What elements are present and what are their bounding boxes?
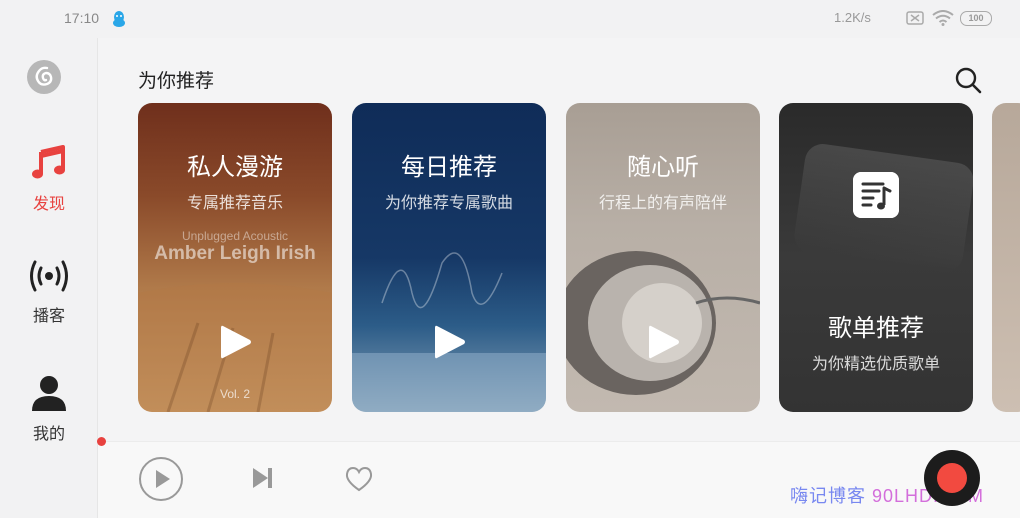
section-title: 为你推荐 <box>138 70 215 92</box>
sidebar-item-label: 我的 <box>32 424 65 443</box>
card-private-roaming[interactable]: 私人漫游 专属推荐音乐 Unplugged Acoustic Amber Lei… <box>138 103 332 412</box>
card-listen-freely[interactable]: 随心听 行程上的有声陪伴 <box>566 103 760 412</box>
qq-icon <box>113 11 125 27</box>
search-icon[interactable] <box>954 66 982 94</box>
now-playing-disc[interactable] <box>924 450 980 506</box>
card-title: 歌单推荐 <box>828 314 924 342</box>
next-track-icon[interactable] <box>250 466 274 490</box>
card-daily-recommend[interactable]: 每日推荐 为你推荐专属歌曲 <box>352 103 546 412</box>
card-subtitle: 为你精选优质歌单 <box>811 354 940 373</box>
sidebar: 发现 播客 我的 <box>0 38 98 518</box>
card-partial[interactable] <box>992 103 1020 412</box>
album-art-volume: Vol. 2 <box>219 387 251 401</box>
play-button[interactable] <box>138 456 184 502</box>
heart-icon[interactable] <box>344 465 374 493</box>
sidebar-item-mine[interactable]: 我的 <box>0 374 98 444</box>
netease-cloud-music-logo-icon[interactable] <box>27 60 61 94</box>
status-time: 17:10 <box>64 10 100 26</box>
play-icon[interactable] <box>433 323 467 361</box>
card-subtitle: 行程上的有声陪伴 <box>598 193 727 212</box>
card-title: 随心听 <box>627 153 699 181</box>
card-title: 每日推荐 <box>401 153 497 181</box>
album-art-text: Unplugged Acoustic <box>181 229 289 243</box>
sidebar-item-discover[interactable]: 发现 <box>0 142 98 214</box>
album-art-background <box>352 252 546 412</box>
play-icon[interactable] <box>647 323 681 361</box>
no-sim-icon <box>906 11 924 25</box>
disc-center <box>937 463 967 493</box>
sidebar-item-podcast[interactable]: 播客 <box>0 258 98 326</box>
sidebar-item-label: 发现 <box>32 194 65 213</box>
card-subtitle: 为你推荐专属歌曲 <box>384 193 513 212</box>
status-bar: 17:10 1.2K/s 100 <box>0 0 1020 38</box>
wifi-icon <box>932 10 954 26</box>
progress-indicator[interactable] <box>97 437 106 446</box>
headphone-art <box>566 251 760 395</box>
sidebar-item-label: 播客 <box>32 306 65 325</box>
album-art-artist: Amber Leigh Irish <box>154 243 316 264</box>
watermark-text: 嗨记博客 <box>790 486 866 506</box>
music-note-icon <box>32 145 65 179</box>
play-icon[interactable] <box>219 323 253 361</box>
card-playlist-recommend[interactable]: 歌单推荐 为你精选优质歌单 <box>779 103 973 412</box>
card-subtitle: 专属推荐音乐 <box>186 193 283 212</box>
card-title: 私人漫游 <box>187 153 283 181</box>
network-speed: 1.2K/s <box>834 10 871 25</box>
playlist-icon <box>853 172 899 218</box>
broadcast-icon <box>30 260 68 292</box>
user-icon <box>32 376 66 411</box>
battery-icon: 100 <box>960 11 992 26</box>
